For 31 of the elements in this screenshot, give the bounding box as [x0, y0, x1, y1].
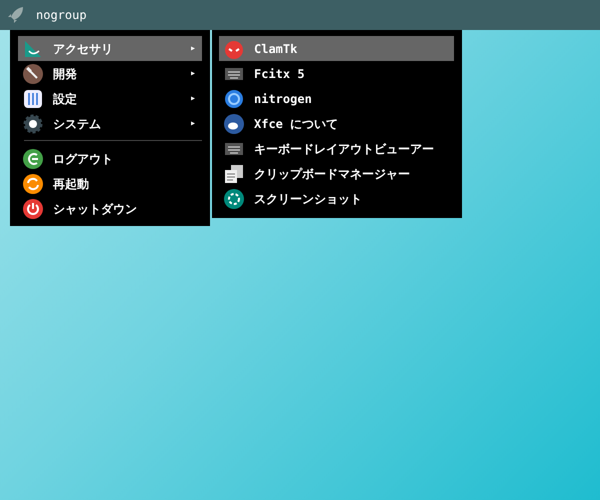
menu-item[interactable]: nitrogen [219, 86, 454, 111]
accessories-icon [23, 38, 43, 58]
menu-item[interactable]: 開発 ▸ [18, 61, 202, 86]
logout-icon [23, 148, 43, 168]
hammer-icon [23, 64, 43, 84]
shutter-icon [224, 188, 244, 208]
menu-item[interactable]: ログアウト [18, 146, 202, 171]
submenu-arrow-icon: ▸ [190, 116, 196, 131]
menu-item[interactable]: キーボードレイアウトビューアー [219, 136, 454, 161]
menu-item[interactable]: Fcitx 5 [219, 61, 454, 86]
menu-item[interactable]: 再起動 [18, 171, 202, 196]
sliders-icon [23, 88, 43, 108]
menu-item[interactable]: クリップボードマネージャー [219, 161, 454, 186]
menu-item[interactable]: ClamTk [219, 36, 454, 61]
submenu-arrow-icon: ▸ [190, 66, 196, 81]
menu-item[interactable]: スクリーンショット [219, 186, 454, 211]
menu-item[interactable]: 設定 ▸ [18, 86, 202, 111]
submenu-arrow-icon: ▸ [190, 91, 196, 106]
menu-item[interactable]: シャットダウン [18, 196, 202, 221]
ring-icon [224, 88, 244, 108]
devil-icon [224, 38, 244, 58]
gear-icon [23, 114, 43, 134]
power-icon [23, 198, 43, 218]
restart-icon [23, 174, 43, 194]
menu-item[interactable]: アクセサリ ▸ [18, 36, 202, 61]
panel-title: nogroup [36, 7, 87, 24]
menu-item[interactable]: Xfce について [219, 111, 454, 136]
rocket-icon[interactable] [6, 5, 26, 25]
documents-icon [224, 164, 244, 184]
menu-item[interactable]: システム ▸ [18, 111, 202, 136]
submenu-arrow-icon: ▸ [190, 41, 196, 56]
